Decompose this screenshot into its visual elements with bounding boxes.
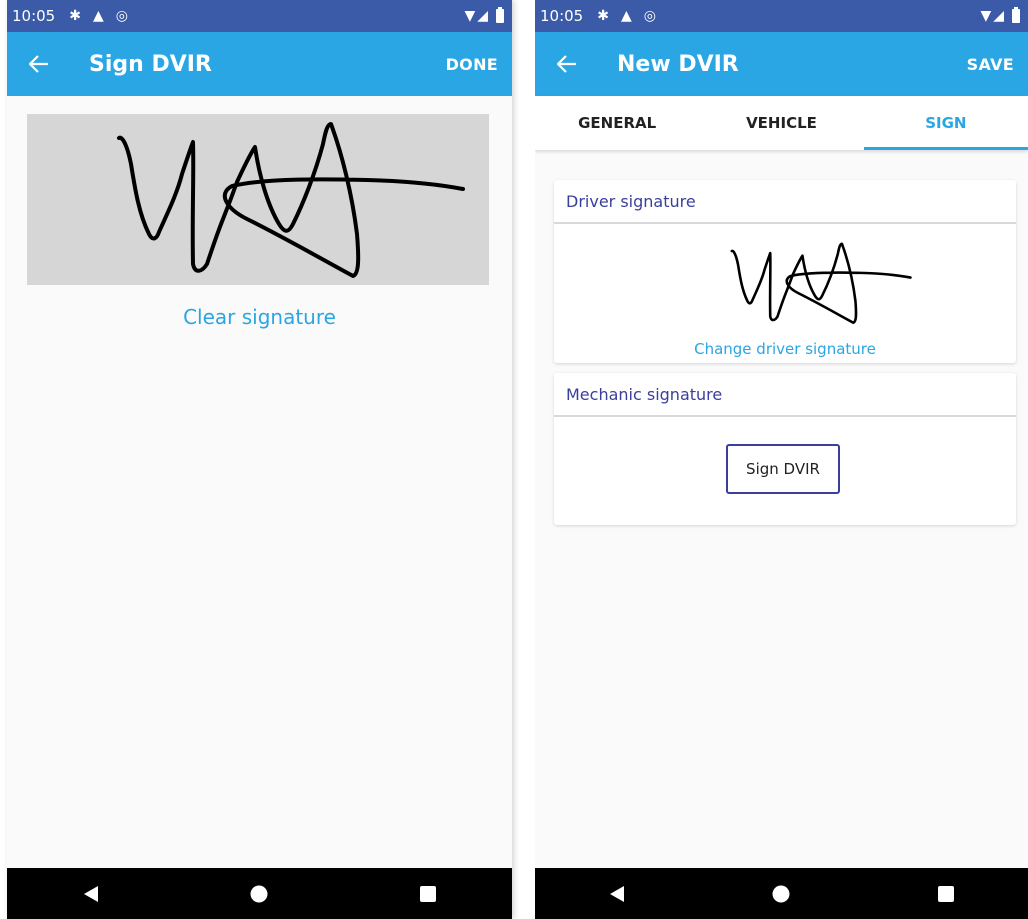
clear-signature-link[interactable]: Clear signature (7, 305, 512, 329)
signal-icon: ◢ (477, 8, 488, 24)
back-triangle-icon[interactable] (71, 874, 111, 914)
sign-dvir-button[interactable]: Sign DVIR (726, 444, 840, 494)
settings-icon: ✱ (597, 8, 609, 24)
save-button[interactable]: SAVE (967, 55, 1014, 74)
battery-icon (1012, 7, 1020, 23)
tab-general[interactable]: GENERAL (535, 96, 699, 150)
status-time: 10:05 (12, 7, 56, 25)
tab-bar: GENERAL VEHICLE SIGN (535, 96, 1028, 150)
status-time: 10:05 (540, 7, 584, 25)
status-bar: 10:05 ✱ ▲ ◎ ▼ ◢ (535, 0, 1028, 32)
tab-vehicle[interactable]: VEHICLE (699, 96, 863, 150)
driver-signature-card: Driver signature Change driver signature (554, 180, 1016, 363)
tab-sign[interactable]: SIGN (863, 96, 1028, 150)
arrow-back-icon[interactable] (553, 50, 581, 78)
recents-square-icon[interactable] (408, 874, 448, 914)
wifi-icon: ▼ (464, 8, 476, 24)
nav-bar (7, 868, 512, 919)
app-bar: Sign DVIR DONE (7, 32, 512, 96)
wifi-icon: ▼ (980, 8, 992, 24)
arrow-back-icon[interactable] (25, 50, 53, 78)
signature-pad[interactable] (27, 114, 489, 285)
page-title: New DVIR (617, 51, 739, 77)
done-button[interactable]: DONE (446, 55, 498, 74)
page-title: Sign DVIR (89, 51, 212, 77)
mechanic-signature-header: Mechanic signature (554, 373, 1016, 417)
driver-signature-header: Driver signature (554, 180, 1016, 224)
battery-icon (496, 7, 504, 23)
driver-signature-image (730, 242, 912, 325)
alert-icon: ▲ (92, 8, 104, 24)
new-dvir-screen: 10:05 ✱ ▲ ◎ ▼ ◢ New DVIR SAVE GENERAL VE… (535, 0, 1028, 919)
location-icon: ◎ (115, 8, 128, 24)
home-circle-icon[interactable] (761, 874, 801, 914)
back-triangle-icon[interactable] (597, 874, 637, 914)
app-bar: New DVIR SAVE (535, 32, 1028, 96)
sign-dvir-screen: 10:05 ✱ ▲ ◎ ▼ ◢ Sign DVIR DONE Clear sig… (7, 0, 512, 919)
settings-icon: ✱ (69, 8, 81, 24)
location-icon: ◎ (643, 8, 656, 24)
signal-icon: ◢ (993, 8, 1004, 24)
change-driver-signature-link[interactable]: Change driver signature (554, 340, 1016, 358)
mechanic-signature-card: Mechanic signature Sign DVIR (554, 373, 1016, 525)
home-circle-icon[interactable] (239, 874, 279, 914)
status-bar: 10:05 ✱ ▲ ◎ ▼ ◢ (7, 0, 512, 32)
nav-bar (535, 868, 1028, 919)
signature-drawing (117, 122, 465, 278)
alert-icon: ▲ (620, 8, 632, 24)
recents-square-icon[interactable] (926, 874, 966, 914)
